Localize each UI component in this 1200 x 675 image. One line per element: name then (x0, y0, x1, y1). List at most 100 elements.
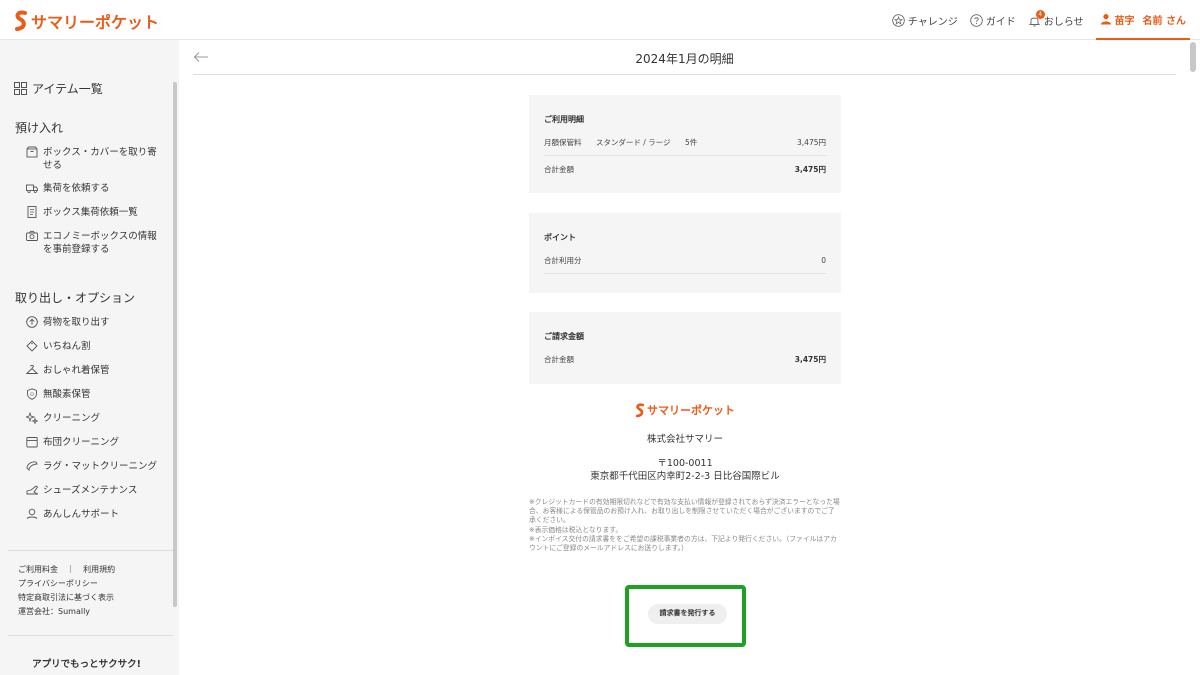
user-icon (1100, 14, 1111, 25)
shoe-icon (26, 485, 38, 495)
nav-challenge[interactable]: チャレンジ (892, 0, 958, 40)
svg-text:O: O (30, 392, 34, 398)
top-header: サマリーポケット チャレンジ ガイド 4 おしらせ 苗字 名前 さん (0, 0, 1200, 40)
usage-card: ご利用明細 月額保管料 スタンダード / ラージ 5件 3,475円 合計金額 … (529, 95, 841, 193)
footer-link-privacy[interactable]: プライバシーポリシー (18, 577, 98, 590)
sidebar: アイテム一覧 預け入れ ボックス・カバーを取り寄せる 集荷を依頼する ボックス集… (0, 40, 179, 675)
footer-link-terms[interactable]: 利用規約 (83, 565, 115, 574)
company-logo: サマリーポケット (529, 402, 841, 418)
sidebar-item-annual-discount[interactable]: いちねん割 (26, 340, 166, 353)
usage-heading: ご利用明細 (544, 115, 584, 124)
upload-icon (26, 316, 38, 328)
nav-notifications[interactable]: 4 おしらせ (1028, 0, 1084, 40)
sidebar-item-cleaning[interactable]: クリーニング (26, 412, 166, 425)
points-card: ポイント 合計利用分 0 (529, 213, 841, 293)
points-heading: ポイント (544, 233, 576, 242)
usage-total-value: 3,475円 (794, 165, 826, 174)
sidebar-item-label: 無酸素保管 (43, 389, 91, 400)
sidebar-section-deposit: 預け入れ (15, 121, 64, 135)
usage-row-total: 合計金額 3,475円 (544, 156, 826, 183)
shield-icon: O (27, 388, 37, 400)
sidebar-footer-row: ご利用料金 ｜ 利用規約 (18, 563, 115, 576)
logo-mark-icon (15, 10, 27, 31)
nav-challenge-label: チャレンジ (907, 16, 958, 28)
sidebar-item-support[interactable]: あんしんサポート (26, 508, 166, 521)
sidebar-item-label: エコノミーボックスの情報を事前登録する (43, 231, 157, 255)
sidebar-item-label: アイテム一覧 (32, 82, 103, 96)
logo-mark-icon (635, 402, 645, 417)
sidebar-item-rug-cleaning[interactable]: ラグ・マットクリーニング (26, 460, 166, 473)
sidebar-scrollbar[interactable] (173, 82, 177, 607)
nav-guide[interactable]: ガイド (969, 0, 1016, 40)
sidebar-item-label: ラグ・マットクリーニング (43, 461, 158, 472)
support-icon (26, 508, 38, 519)
sidebar-item-fashion-storage[interactable]: おしゃれ着保管 (26, 364, 166, 377)
note-invoice: ※インボイス交付の請求書ををご希望の課税事業者の方は、下記より発行ください。（フ… (529, 534, 837, 553)
sidebar-item-shoes[interactable]: シューズメンテナンス (26, 484, 166, 497)
company-logo-text: サマリーポケット (647, 404, 735, 417)
hanger-icon (26, 365, 38, 374)
company-info: サマリーポケット 株式会社サマリー 〒100-0011 東京都千代田区内幸町2-… (529, 402, 841, 483)
header-nav: チャレンジ ガイド 4 おしらせ 苗字 名前 さん (880, 0, 1190, 40)
user-given-name: 名前 さん (1142, 15, 1186, 27)
sidebar-divider (8, 550, 173, 551)
usage-row-value: 3,475円 (797, 137, 826, 147)
sidebar-item-label: ボックス・カバーを取り寄せる (43, 147, 157, 171)
note-tax: ※表示価格は税込となります。 (529, 525, 623, 534)
page-scrollbar[interactable] (1190, 42, 1196, 72)
sidebar-item-economy-register[interactable]: エコノミーボックスの情報を事前登録する (26, 230, 166, 256)
sidebar-item-label: 布団クリーニング (43, 437, 120, 448)
sidebar-section-options: 取り出し・オプション (15, 291, 136, 305)
sidebar-item-futon-cleaning[interactable]: 布団クリーニング (26, 436, 166, 449)
title-divider (193, 74, 1176, 75)
app-promo[interactable]: アプリでもっとサクサク! (0, 656, 173, 670)
sidebar-item-pickup-list[interactable]: ボックス集荷依頼一覧 (26, 206, 166, 219)
points-used-value: 0 (821, 255, 826, 265)
nav-notifications-label: おしらせ (1043, 16, 1084, 28)
logo-text: サマリーポケット (31, 13, 160, 32)
usage-total-label: 合計金額 (544, 165, 574, 174)
company-name: 株式会社サマリー (646, 434, 723, 445)
billing-total-label: 合計金額 (544, 355, 574, 364)
user-family-name: 苗字 (1114, 15, 1135, 27)
note-payment: ※クレジットカードの有効期限切れなどで有効な支払い情報が登録されておらず決済エラ… (529, 498, 840, 525)
sidebar-item-label: シューズメンテナンス (43, 485, 138, 496)
billing-total-value: 3,475円 (794, 355, 826, 364)
sidebar-divider (8, 635, 173, 636)
nav-guide-label: ガイド (985, 16, 1016, 28)
document-icon (27, 206, 37, 218)
company-address: 東京都千代田区内幸町2-2-3 日比谷国際ビル (590, 471, 780, 482)
app-logo[interactable]: サマリーポケット (14, 9, 159, 33)
footer-link-commerce[interactable]: 特定商取引法に基づく表示 (18, 591, 114, 604)
help-icon (969, 13, 983, 27)
futon-icon (26, 437, 38, 448)
tag-icon (26, 340, 38, 352)
sidebar-item-retrieve[interactable]: 荷物を取り出す (26, 316, 166, 329)
sidebar-item-label: 集荷を依頼する (43, 183, 110, 194)
sparkle-icon (26, 412, 38, 424)
sidebar-item-items-list[interactable]: アイテム一覧 (14, 80, 103, 97)
billing-row-total: 合計金額 3,475円 (544, 346, 826, 373)
notification-badge: 4 (1035, 10, 1045, 19)
box-icon (26, 146, 38, 158)
sidebar-item-label: ボックス集荷依頼一覧 (43, 207, 138, 218)
sidebar-item-pickup[interactable]: 集荷を依頼する (26, 182, 166, 195)
company-zip: 〒100-0011 (657, 458, 713, 469)
footer-link-company[interactable]: 運営会社：Sumally (18, 605, 90, 618)
camera-icon (26, 230, 38, 241)
points-used-label: 合計利用分 (544, 255, 582, 265)
footer-link-pricing[interactable]: ご利用料金 (18, 565, 58, 574)
sidebar-item-label: 荷物を取り出す (43, 317, 110, 328)
sidebar-item-label: クリーニング (43, 413, 101, 424)
billing-heading: ご請求金額 (544, 332, 584, 341)
truck-icon (26, 184, 38, 193)
user-menu[interactable]: 苗字 名前 さん (1095, 0, 1190, 40)
page-title: 2024年1月の明細 (635, 52, 734, 66)
sidebar-item-label: あんしんサポート (43, 509, 120, 520)
usage-row-monthly: 月額保管料 スタンダード / ラージ 5件 3,475円 (544, 129, 826, 156)
sidebar-item-order-box[interactable]: ボックス・カバーを取り寄せる (26, 146, 166, 172)
footer-separator: ｜ (66, 565, 75, 574)
issue-invoice-button[interactable]: 請求書を発行する (648, 604, 727, 624)
sidebar-item-oxygen-free[interactable]: O 無酸素保管 (26, 388, 166, 401)
sidebar-item-label: おしゃれ着保管 (43, 365, 110, 376)
